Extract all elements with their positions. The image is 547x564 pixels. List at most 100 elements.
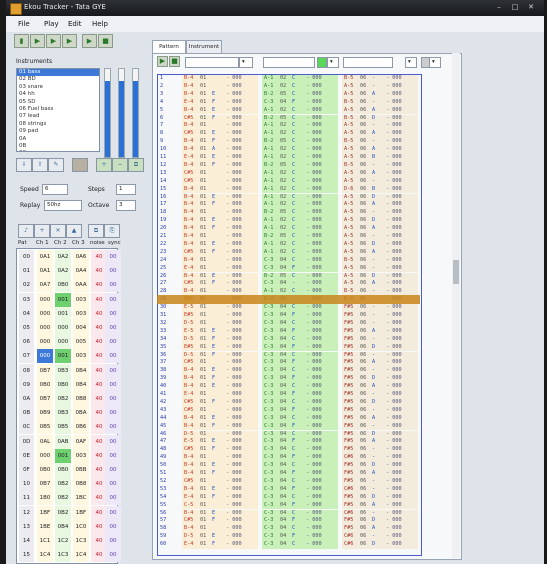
channel-cell[interactable]: B-4 01 E - 000 [182, 462, 258, 470]
channel-cell[interactable]: B-4 01 - 000 [182, 256, 258, 265]
channel-cell[interactable]: F#5 06- - 000 [342, 422, 418, 431]
channel-cell[interactable]: C#5 01 F - 000 [182, 248, 258, 257]
order-add-icon[interactable]: + [34, 224, 50, 238]
channel-cell[interactable]: C#5 01 - 000 [182, 406, 258, 415]
clone-instrument-icon[interactable]: ⧉ [128, 158, 144, 172]
steps-field[interactable]: 1 [116, 184, 136, 195]
channel-cell[interactable]: B-4 01 E - 000 [182, 217, 258, 226]
channel-cell[interactable]: F#5 06 A - 000 [342, 327, 418, 336]
pattern-row[interactable]: 2 B-4 01 - 000 A-1 02 C - 000 A-5 06- - 000 [158, 82, 421, 91]
channel-cell[interactable]: F#5 06- - 000 [342, 335, 418, 344]
pattern-row[interactable]: 10 B-4 01 A - 000 A-1 02 C - 000 A-5 06 A - 000 [158, 146, 421, 154]
pattern-row[interactable]: 60 E-4 01 F - 000 C-3 04 C - 000 C#6 06 D - 000 [158, 541, 421, 549]
pattern-row[interactable]: 17 B-4 01 F - 000 A-1 02 C - 000 A-5 06 A - 000 [158, 201, 421, 210]
order-cell[interactable]: 12 [19, 505, 34, 520]
channel-cell[interactable]: A-5 06 D - 000 [342, 272, 418, 281]
order-cell[interactable]: 003 [73, 292, 89, 307]
channel-cell[interactable]: F#5 06 A - 000 [342, 383, 418, 391]
channel-cell[interactable]: A-5 06 A - 000 [342, 201, 418, 210]
channel-cell[interactable]: E-5 01 E - 000 [182, 327, 258, 336]
channel-cell[interactable]: A-5 06 D - 000 [342, 240, 418, 249]
channel-cell[interactable]: B-4 01 F - 000 [182, 161, 258, 170]
channel-cell[interactable]: C#5 01 - 000 [182, 359, 258, 368]
instrument-item[interactable]: 0B [17, 143, 99, 150]
channel-cell[interactable]: C-3 04 F - 000 [262, 327, 338, 336]
channel-cell[interactable]: B-4 01 F - 000 [182, 138, 258, 147]
channel-cell[interactable]: B-2 05 C - 000 [262, 138, 338, 147]
order-cell[interactable]: 0B2 [55, 477, 71, 492]
pattern-row[interactable]: 42 C#5 01 F - 000 C-3 04 C - 000 F#5 06 D - 000 [158, 398, 421, 407]
channel-cell[interactable]: C#5 01 - 000 [182, 477, 258, 486]
order-cell[interactable]: 0C [19, 420, 34, 435]
pattern-row[interactable]: 24 B-4 01 - 000 C-3 04 C - 000 B-5 06- - 000 [158, 256, 421, 265]
channel-cell[interactable]: D-5 01 F - 000 [182, 335, 258, 344]
color-icon[interactable] [72, 158, 88, 172]
order-cell[interactable]: 0B3 [55, 406, 71, 421]
pattern-row[interactable]: 55 C-5 01 - 000 C-3 04 F - 000 F#5 06 A - 000 [158, 501, 421, 510]
order-cell[interactable]: 00 [19, 250, 34, 264]
channel-cell[interactable]: B-4 01 E - 000 [182, 414, 258, 423]
channel-cell[interactable]: B-4 01 - 000 [182, 525, 258, 534]
channel-cell[interactable]: C#5 01 - 000 [182, 177, 258, 186]
channel-cell[interactable]: A-5 06 D - 000 [342, 217, 418, 226]
order-cell[interactable]: 00 [105, 477, 121, 492]
order-cell[interactable]: 10 [19, 477, 34, 492]
channel-cell[interactable]: B-2 05 C - 000 [262, 209, 338, 218]
channel-cell[interactable]: A-5 06- - 000 [342, 82, 418, 91]
channel-cell[interactable]: C-3 04- - 000 [262, 280, 338, 289]
order-cell[interactable]: 00 [105, 250, 121, 264]
order-cell[interactable]: 00 [105, 406, 121, 421]
channel-cell[interactable]: B-2 05 C - 000 [262, 161, 338, 170]
order-cell[interactable]: 0A1 [37, 250, 53, 264]
channel-cell[interactable]: E#5 01 E - 000 [182, 343, 258, 352]
instrument-item[interactable]: 05 SD [17, 99, 99, 106]
order-cell[interactable]: 1C4 [73, 548, 89, 563]
menu-help[interactable]: Help [92, 20, 108, 28]
channel-cell[interactable]: B-2 05 C - 000 [262, 114, 338, 123]
channel-cell[interactable]: C-3 04 F - 000 [262, 359, 338, 368]
order-paste-icon[interactable]: ⎘ [104, 224, 120, 238]
order-cell[interactable]: 1C1 [37, 534, 53, 548]
pattern-row[interactable]: 36 D-5 01 F - 000 C-3 04 C - 000 F#5 06- - 000 [158, 351, 421, 360]
order-cell[interactable]: 0B5 [55, 420, 71, 435]
channel-cell[interactable]: C-3 04 C - 000 [262, 351, 338, 360]
channel-cell[interactable]: D-5 01 - 000 [182, 430, 258, 439]
order-cell[interactable]: 03 [19, 292, 34, 307]
channel-cell[interactable]: B-5 06- - 000 [342, 75, 418, 83]
channel-cell[interactable]: D-5 01 E - 000 [182, 533, 258, 542]
channel-cell[interactable]: F#5 06 A - 000 [342, 359, 418, 368]
channel-cell[interactable]: B-4 01 - 000 [182, 185, 258, 194]
channel-cell[interactable]: C-3 04 C - 000 [262, 477, 338, 486]
order-list[interactable]: 00 0A1 0A2 0A6 40 00 01 0A1 0A2 0A4 40 00 02 0A7 0B0 0A… [16, 248, 121, 564]
channel-cell[interactable]: C-3 04 F - 000 [262, 517, 338, 526]
pattern-row[interactable]: 45 B-4 01 F - 000 C-3 04 F - 000 F#5 06- - 000 [158, 422, 421, 431]
channel-cell[interactable]: A-5 06 A - 000 [342, 106, 418, 115]
speed-field[interactable]: 6 [42, 184, 68, 195]
channel-cell[interactable]: B-5 06- - 000 [342, 256, 418, 265]
channel-cell[interactable]: F#5 06 D - 000 [342, 398, 418, 407]
channel-cell[interactable]: C-3 04 F - 000 [262, 375, 338, 384]
channel-cell[interactable]: C#6 06- - 000 [342, 485, 418, 494]
channel-cell[interactable]: A-5 06 A - 000 [342, 146, 418, 154]
channel-cell[interactable]: F#5 06- - 000 [342, 304, 418, 312]
pattern-row[interactable]: 53 B-4 01 E - 000 C-3 04 F - 000 C#6 06- - 000 [158, 485, 421, 494]
channel-cell[interactable]: B-4 01 - 000 [182, 454, 258, 463]
tab-pattern[interactable]: Pattern [152, 40, 186, 54]
channel-cell[interactable]: F#5 06 D - 000 [342, 462, 418, 470]
channel-cell[interactable]: C-5 01 - 000 [182, 501, 258, 510]
volume-slider-3[interactable] [132, 68, 139, 158]
order-cell[interactable]: 04 [19, 306, 34, 321]
instrument-item[interactable]: 0C [17, 150, 99, 151]
channel-cell[interactable]: B-4 01 E - 000 [182, 272, 258, 281]
order-cell[interactable]: 001 [55, 306, 71, 321]
order-cell[interactable]: 0B4 [73, 363, 89, 378]
pattern-row[interactable]: 51 B-4 01 F - 000 C-3 04 F - 000 F#5 06 A - 000 [158, 470, 421, 478]
pattern-row[interactable]: 23 C#5 01 F - 000 A-1 02 C - 000 A-5 06 A - 000 [158, 248, 421, 257]
order-cell[interactable]: 00 [105, 491, 121, 506]
order-cell[interactable]: 0E [19, 448, 34, 463]
channel-cell[interactable]: B-4 01 E - 000 [182, 367, 258, 376]
order-cell[interactable]: 00 [105, 420, 121, 435]
channel-cell[interactable]: E-4 01 F - 000 [182, 493, 258, 502]
tab-instrument[interactable]: Instrument [186, 40, 222, 54]
order-cell[interactable]: 1BF [73, 505, 89, 520]
